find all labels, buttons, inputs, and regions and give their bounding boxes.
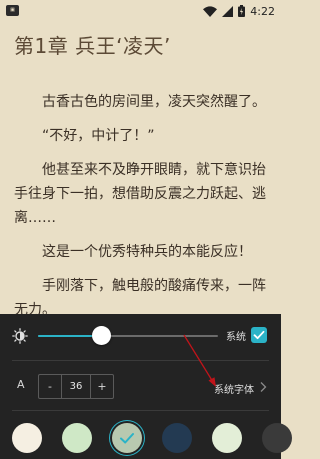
paragraph: 他甚至来不及睁开眼睛，就下意识抬手往身下一拍，想借助反震之力跃起、逃离…… [14, 162, 266, 226]
font-size-label: A [17, 378, 25, 391]
font-decrease-button[interactable]: - [39, 375, 61, 398]
annotation-arrow-icon [183, 334, 216, 387]
signal-icon [222, 5, 234, 17]
brightness-row: 系统 [0, 314, 281, 358]
wifi-icon [203, 5, 218, 17]
font-increase-button[interactable]: + [91, 375, 113, 398]
status-bar: ▣ 4:22 [0, 0, 281, 22]
chapter-body[interactable]: 古香古色的房间里，凌天突然醒了。 “不好，中计了！” 他甚至来不及睁开眼睛，就下… [14, 90, 270, 332]
theme-swatch[interactable] [262, 423, 292, 453]
paragraph: “不好，中计了！” [42, 128, 155, 144]
theme-swatch[interactable] [212, 423, 242, 453]
system-brightness-checkbox[interactable] [251, 327, 267, 343]
theme-swatch[interactable] [162, 423, 192, 453]
font-row: A - 36 + 系统字体 [0, 366, 281, 406]
clock: 4:22 [250, 4, 275, 18]
battery-icon [238, 5, 246, 17]
paragraph: 古香古色的房间里，凌天突然醒了。 [42, 94, 266, 110]
app-notification-icon: ▣ [6, 5, 19, 16]
theme-swatch[interactable] [12, 423, 42, 453]
system-brightness-label: 系统 [226, 332, 246, 343]
brightness-slider-thumb[interactable] [91, 326, 111, 345]
theme-swatch[interactable] [112, 423, 142, 453]
font-typeface-button[interactable]: 系统字体 [214, 381, 254, 396]
divider [12, 410, 269, 411]
paragraph: 这是一个优秀特种兵的本能反应！ [42, 244, 252, 260]
font-size-value: 36 [61, 375, 91, 398]
status-icons: 4:22 [203, 3, 275, 19]
theme-swatch[interactable] [62, 423, 92, 453]
chevron-right-icon [260, 382, 267, 392]
theme-swatch-row [0, 416, 292, 459]
brightness-icon [12, 328, 28, 344]
reader-settings-panel: 系统 A - 36 + 系统字体 [0, 314, 292, 459]
chapter-title: 第1章 兵王‘凌天’ [14, 34, 171, 58]
checkmark-icon [120, 433, 134, 444]
divider [12, 360, 269, 361]
font-size-stepper: - 36 + [38, 374, 114, 399]
checkmark-icon [253, 330, 265, 340]
